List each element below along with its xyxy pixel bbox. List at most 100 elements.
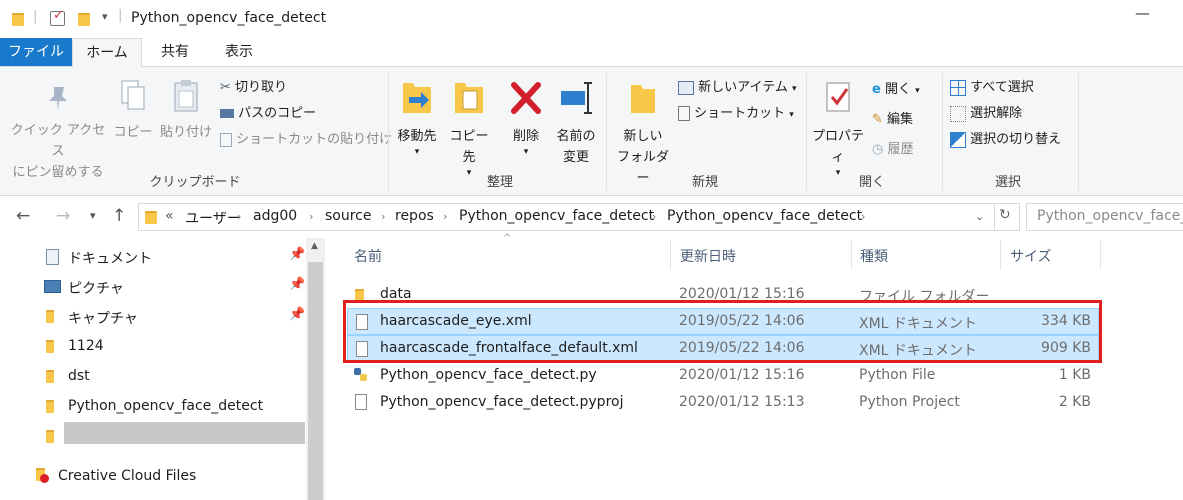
nav-item-pictures[interactable]: ピクチャ 📌 [44,272,314,300]
column-header-modified[interactable]: 更新日時 [680,246,736,266]
copy-path-button[interactable]: パスのコピー [220,105,316,123]
path-icon [220,109,234,118]
select-none-button[interactable]: 選択解除 [950,105,1022,123]
new-folder-label-line1: 新しい [623,129,663,144]
file-size: 1 KB [1058,367,1091,383]
copy-to-button[interactable]: コピー先 ▾ [444,77,494,178]
pin-to-quick-access-button[interactable]: クイック アクセス にピン留めする [8,83,108,183]
refresh-button[interactable]: ↻ [993,203,1020,231]
rename-button[interactable]: 名前の 変更 [552,77,600,168]
breadcrumb-separator-icon[interactable]: › [381,210,385,223]
recent-locations-chevron-icon[interactable]: ▾ [90,209,96,222]
column-header-type[interactable]: 種類 [860,246,888,266]
nav-item-documents[interactable]: ドキュメント 📌 [44,242,314,270]
edit-pencil-icon: ✎ [872,112,883,127]
file-row-python-pyproj[interactable]: Python_opencv_face_detect.pyproj 2020/01… [347,389,1099,416]
breadcrumb-separator-icon[interactable]: › [652,210,656,223]
python-file-icon [354,368,368,382]
tab-share[interactable]: 共有 [148,38,202,66]
breadcrumb-separator-icon[interactable]: › [309,210,313,223]
invert-selection-button[interactable]: 選択の切り替え [950,131,1061,149]
file-name: Python_opencv_face_detect.pyproj [380,394,624,410]
paste-button[interactable]: 貼り付け [158,79,214,143]
shortcut-icon [678,106,690,121]
select-all-icon [950,79,966,96]
properties-check-icon[interactable]: ✓ [50,8,65,26]
nav-item-capture[interactable]: キャプチャ 📌 [44,302,314,330]
file-type: Python Project [859,394,960,410]
address-history-chevron-icon[interactable]: ⌄ [975,210,984,223]
file-row-python-py[interactable]: Python_opencv_face_detect.py 2020/01/12 … [347,362,1099,389]
breadcrumb-repos[interactable]: repos [395,208,434,224]
breadcrumb-users[interactable]: ユーザー [185,208,241,228]
nav-item-redacted[interactable] [44,422,314,450]
column-header-name[interactable]: 名前 [354,246,382,266]
search-field[interactable]: Python_opencv_face_d [1026,203,1183,231]
column-divider[interactable] [1000,240,1001,270]
nav-item-label: 1124 [68,338,104,354]
ribbon-divider [388,73,389,191]
paste-shortcut-button[interactable]: ショートカットの貼り付け [220,131,392,149]
rename-label-line1: 名前の [556,129,596,144]
cut-button[interactable]: ✂ 切り取り [220,79,287,97]
nav-item-1124[interactable]: 1124 [44,332,314,360]
scroll-up-arrow-icon[interactable]: ▲ [311,241,318,251]
tab-view[interactable]: 表示 [210,38,268,66]
column-divider[interactable] [670,240,671,270]
nav-scrollbar-thumb[interactable] [308,262,323,500]
properties-button[interactable]: プロパティ ▾ [808,77,868,178]
breadcrumb-overflow[interactable]: « [165,208,174,224]
pin-label-line2: にピン留めする [12,165,104,180]
address-field[interactable]: « ユーザー › adg00 › source › repos › Python… [138,203,995,231]
breadcrumb-separator-icon[interactable]: › [237,210,241,223]
pin-icon[interactable]: 📌 [289,247,305,262]
breadcrumb-project[interactable]: Python_opencv_face_detect [667,208,862,224]
up-arrow-icon[interactable]: ↑ [112,206,126,226]
window-title: Python_opencv_face_detect [131,10,327,26]
select-all-button[interactable]: すべて選択 [950,79,1034,97]
minimize-button[interactable]: — [1135,4,1150,22]
column-divider[interactable] [851,240,852,270]
history-button[interactable]: ◷ 履歴 [872,141,914,159]
file-name: Python_opencv_face_detect.py [380,367,597,383]
move-to-label: 移動先 [397,129,437,144]
delete-button[interactable]: 削除 ▾ [506,77,546,157]
pin-icon[interactable]: 📌 [289,307,305,322]
column-divider[interactable] [1100,240,1101,270]
new-folder-quick-icon[interactable] [78,13,90,26]
column-header-size[interactable]: サイズ [1010,246,1052,266]
breadcrumb-adg00[interactable]: adg00 [253,208,297,224]
paste-shortcut-icon [220,132,232,147]
shortcut-button[interactable]: ショートカット ▾ [678,105,794,124]
breadcrumb-separator-icon[interactable]: › [861,210,865,223]
back-arrow-icon[interactable]: ← [16,206,30,226]
select-none-label: 選択解除 [970,106,1023,121]
ribbon-tabs: ファイル ホーム 共有 表示 [0,38,1183,68]
nav-item-creative-cloud-files[interactable]: Creative Cloud Files [34,462,304,490]
file-icon [355,394,367,410]
new-item-button[interactable]: 新しいアイテム ▾ [678,79,797,98]
tab-home[interactable]: ホーム [72,38,142,68]
copy-icon [121,80,145,110]
forward-arrow-icon[interactable]: → [56,206,70,226]
folder-icon [46,340,54,353]
open-button[interactable]: e 開く ▾ [872,81,920,100]
quick-access-dropdown-icon[interactable]: ▾ [102,10,108,23]
delete-x-icon [511,82,541,114]
move-to-icon [403,83,431,113]
nav-item-python-opencv-face-detect[interactable]: Python_opencv_face_detect [44,392,314,420]
folder-icon [46,370,54,383]
breadcrumb-project-parent[interactable]: Python_opencv_face_detect [459,208,654,224]
pin-icon[interactable]: 📌 [289,277,305,292]
breadcrumb-source[interactable]: source [325,208,372,224]
copy-button[interactable]: コピー [112,79,154,143]
edit-label: 編集 [887,112,914,127]
open-label: 開く [884,82,911,97]
tab-file[interactable]: ファイル [0,38,72,66]
move-to-button[interactable]: 移動先 ▾ [394,77,440,157]
nav-item-dst[interactable]: dst [44,362,314,390]
organize-group-label: 整理 [486,175,513,190]
breadcrumb-separator-icon[interactable]: › [443,210,447,223]
edit-button[interactable]: ✎ 編集 [872,111,913,129]
selection-highlight-box [343,300,1102,363]
